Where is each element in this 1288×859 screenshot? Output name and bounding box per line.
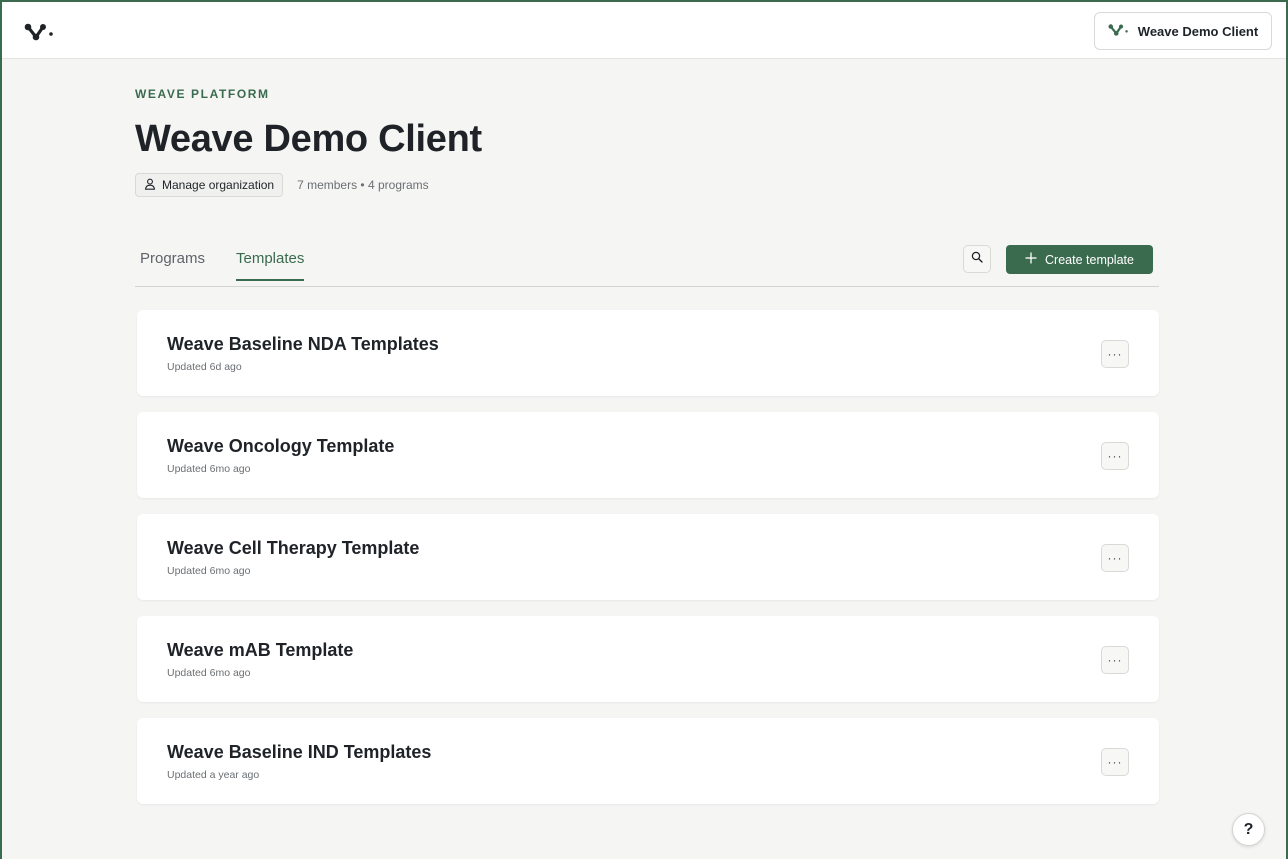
template-updated: Updated 6d ago xyxy=(167,361,242,373)
more-options-button[interactable]: ··· xyxy=(1101,442,1129,470)
create-template-button[interactable]: Create template xyxy=(1006,245,1153,274)
tab-templates[interactable]: Templates xyxy=(236,250,305,281)
template-card[interactable]: Weave Baseline NDA Templates Updated 6d … xyxy=(137,310,1159,396)
template-updated: Updated 6mo ago xyxy=(167,565,251,577)
template-updated: Updated 6mo ago xyxy=(167,463,251,475)
search-icon xyxy=(971,250,983,268)
template-card[interactable]: Weave Baseline IND Templates Updated a y… xyxy=(137,718,1159,804)
more-options-button[interactable]: ··· xyxy=(1101,748,1129,776)
template-card[interactable]: Weave Cell Therapy Template Updated 6mo … xyxy=(137,514,1159,600)
platform-eyebrow: WEAVE PLATFORM xyxy=(135,87,270,101)
create-template-label: Create template xyxy=(1045,252,1134,267)
page-title: Weave Demo Client xyxy=(135,118,482,160)
weave-logo-icon xyxy=(1108,23,1130,40)
plus-icon xyxy=(1025,252,1037,267)
more-options-button[interactable]: ··· xyxy=(1101,544,1129,572)
manage-organization-button[interactable]: Manage organization xyxy=(135,173,284,197)
org-stats: 7 members • 4 programs xyxy=(297,178,429,192)
template-title: Weave mAB Template xyxy=(167,640,354,660)
user-icon xyxy=(144,178,156,193)
template-card[interactable]: Weave Oncology Template Updated 6mo ago … xyxy=(137,412,1159,498)
search-button[interactable] xyxy=(963,245,991,273)
org-switcher-button[interactable]: Weave Demo Client xyxy=(1094,12,1272,50)
app-window: Weave Demo Client WEAVE PLATFORM Weave D… xyxy=(0,0,1288,859)
manage-organization-label: Manage organization xyxy=(162,178,275,192)
template-title: Weave Cell Therapy Template xyxy=(167,538,420,558)
top-bar: Weave Demo Client xyxy=(2,2,1286,59)
org-switcher-label: Weave Demo Client xyxy=(1137,23,1259,39)
tab-programs[interactable]: Programs xyxy=(140,250,205,279)
weave-logo-icon[interactable] xyxy=(24,22,56,42)
template-title: Weave Baseline IND Templates xyxy=(167,742,432,762)
template-title: Weave Oncology Template xyxy=(167,436,395,456)
help-button[interactable]: ? xyxy=(1232,813,1265,846)
template-card[interactable]: Weave mAB Template Updated 6mo ago ··· xyxy=(137,616,1159,702)
template-title: Weave Baseline NDA Templates xyxy=(167,334,439,354)
more-options-button[interactable]: ··· xyxy=(1101,646,1129,674)
template-updated: Updated 6mo ago xyxy=(167,667,251,679)
more-options-button[interactable]: ··· xyxy=(1101,340,1129,368)
tab-bar: Programs Templates Create template xyxy=(135,245,1159,287)
template-updated: Updated a year ago xyxy=(167,769,260,781)
org-meta: Manage organization 7 members • 4 progra… xyxy=(135,173,429,197)
